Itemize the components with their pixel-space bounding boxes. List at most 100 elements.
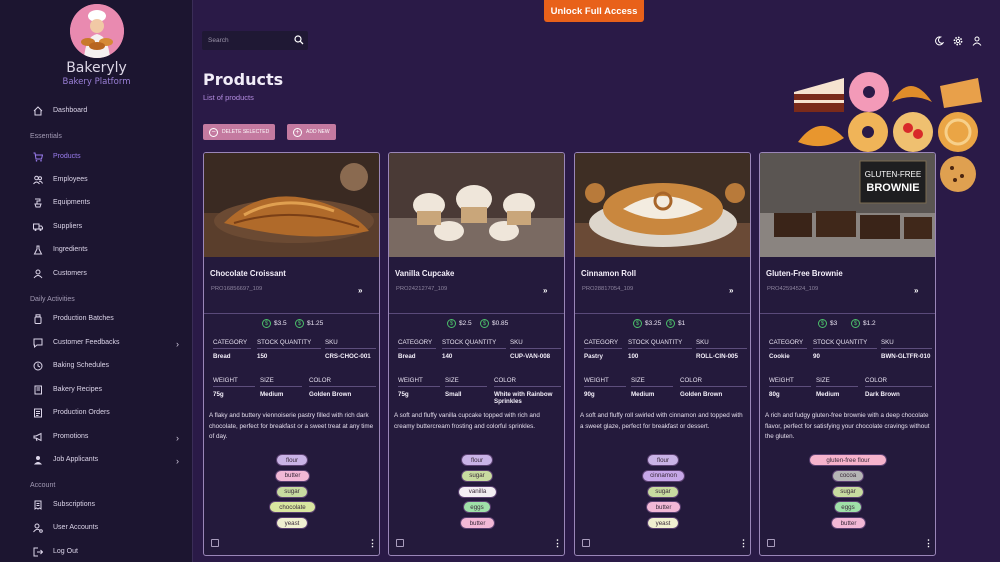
nav-subscriptions[interactable]: Subscriptions [0, 495, 193, 515]
more-options-icon[interactable]: ⋮ [739, 538, 748, 549]
app: Bakeryly Bakery Platform Dashboard Essen… [0, 0, 1000, 562]
weight-header: WEIGHT [584, 377, 626, 387]
nav-customers[interactable]: Customers [0, 264, 193, 284]
product-image [575, 153, 750, 257]
moon-icon[interactable] [934, 36, 944, 46]
more-options-icon[interactable]: ⋮ [553, 538, 562, 549]
price-primary: $ $3.5 [262, 319, 287, 328]
minus-circle-icon: − [209, 127, 218, 137]
stock-value: 150 [257, 353, 268, 360]
section-essentials: Essentials [30, 133, 62, 140]
nav-bakery-recipes[interactable]: Bakery Recipes [0, 380, 193, 400]
nav-suppliers[interactable]: Suppliers [0, 217, 193, 237]
dollar-icon: $ [262, 319, 271, 328]
ingredient-tag: cocoa [832, 469, 864, 482]
open-details-chevrons-icon[interactable]: » [914, 286, 918, 295]
size-value: Medium [631, 391, 655, 398]
product-card[interactable]: GLUTEN-FREE BROWNIE Gluten-Free Brownie P… [759, 152, 936, 556]
more-options-icon[interactable]: ⋮ [368, 538, 377, 549]
nav-user-accounts[interactable]: User Accounts [0, 518, 193, 538]
product-card[interactable]: Chocolate Croissant PRO16856697_109 » $ $… [203, 152, 380, 556]
select-checkbox[interactable] [767, 539, 775, 547]
product-name: Gluten-Free Brownie [766, 269, 843, 278]
nav-log-out[interactable]: Log Out [0, 542, 193, 562]
plus-circle-icon: + [293, 127, 302, 137]
product-card[interactable]: Cinnamon Roll PRO28817054_109 » $ $3.25 $… [574, 152, 751, 556]
receipt-icon [34, 500, 42, 510]
dollar-icon: $ [666, 319, 675, 328]
book-icon [34, 385, 42, 395]
size-header: SIZE [445, 377, 487, 387]
delete-selected-button[interactable]: − DELETE SELECTED [203, 124, 276, 140]
account-icon[interactable] [972, 36, 982, 46]
sku-value: CUP-VAN-008 [510, 353, 551, 360]
sku-header: SKU [325, 339, 376, 349]
color-value: Dark Brown [865, 391, 900, 398]
price-value: $3.5 [274, 320, 287, 327]
nav-ingredients[interactable]: Ingredients [0, 240, 193, 260]
nav-label: Subscriptions [53, 501, 96, 508]
product-name: Chocolate Croissant [210, 269, 286, 278]
clock-icon [33, 361, 43, 371]
nav-production-batches[interactable]: Production Batches [0, 309, 193, 329]
dollar-icon: $ [447, 319, 456, 328]
select-checkbox[interactable] [211, 539, 219, 547]
ingredient-tag: eggs [834, 501, 862, 514]
nav-products[interactable]: Products [0, 147, 193, 167]
sku-value: ROLL-CIN-005 [696, 353, 738, 360]
category-header: CATEGORY [584, 339, 622, 349]
size-value: Medium [260, 391, 284, 398]
product-card[interactable]: Vanilla Cupcake PRO24212747_109 » $ $2.5 … [388, 152, 565, 556]
open-details-chevrons-icon[interactable]: » [358, 286, 362, 295]
sidebar: Bakeryly Bakery Platform Dashboard Essen… [0, 0, 193, 562]
product-code: PRO24212747_109 [396, 286, 448, 292]
sku-header: SKU [696, 339, 747, 349]
nav-employees[interactable]: Employees [0, 170, 193, 190]
nav-label: Baking Schedules [53, 362, 110, 369]
open-details-chevrons-icon[interactable]: » [543, 286, 547, 295]
nav-job-applicants[interactable]: Job Applicants › [0, 450, 193, 470]
color-value: Golden Brown [680, 391, 723, 398]
size-header: SIZE [260, 377, 302, 387]
cart-icon [33, 152, 43, 162]
product-code: PRO28817054_109 [582, 286, 634, 292]
nav-promotions[interactable]: Promotions › [0, 427, 193, 447]
open-details-chevrons-icon[interactable]: » [729, 286, 733, 295]
nav-label: Dashboard [53, 107, 88, 114]
logout-icon [33, 547, 43, 557]
color-header: COLOR [494, 377, 561, 387]
price-primary: $ $3.25 [633, 319, 661, 328]
ingredient-tag: sugar [276, 485, 308, 498]
nav-label: Employees [53, 176, 88, 183]
unlock-full-access-button[interactable]: Unlock Full Access [544, 0, 644, 22]
brand-name: Bakeryly [66, 60, 127, 76]
search-input[interactable] [208, 35, 288, 46]
nav-dashboard[interactable]: Dashboard [0, 101, 193, 121]
select-checkbox[interactable] [582, 539, 590, 547]
product-description: A soft and fluffy vanilla cupcake topped… [394, 412, 540, 430]
category-header: CATEGORY [769, 339, 807, 349]
ingredient-tag: cinnamon [642, 469, 685, 482]
add-new-button[interactable]: + ADD NEW [287, 124, 336, 140]
chevron-right-icon: › [176, 456, 179, 466]
section-account: Account [30, 482, 56, 489]
price-secondary: $ $1 [666, 319, 685, 328]
stock-value: 140 [442, 353, 453, 360]
product-description: A soft and fluffy roll swirled with cinn… [580, 412, 743, 430]
more-options-icon[interactable]: ⋮ [924, 538, 933, 549]
nav-baking-schedules[interactable]: Baking Schedules [0, 356, 193, 376]
stock-header: STOCK QUANTITY [628, 339, 692, 349]
search-icon[interactable] [294, 35, 304, 45]
group-icon [33, 269, 43, 279]
product-code: PRO16856697_109 [211, 286, 263, 292]
ingredient-tag: gluten-free flour [809, 454, 887, 466]
divider [760, 313, 935, 314]
select-checkbox[interactable] [396, 539, 404, 547]
category-header: CATEGORY [398, 339, 436, 349]
nav-customer-feedbacks[interactable]: Customer Feedbacks › [0, 333, 193, 353]
nav-equipments[interactable]: Equipments [0, 193, 193, 213]
weight-header: WEIGHT [769, 377, 811, 387]
weight-value: 75g [213, 391, 224, 398]
nav-production-orders[interactable]: Production Orders [0, 403, 193, 423]
gear-icon[interactable] [953, 36, 963, 46]
